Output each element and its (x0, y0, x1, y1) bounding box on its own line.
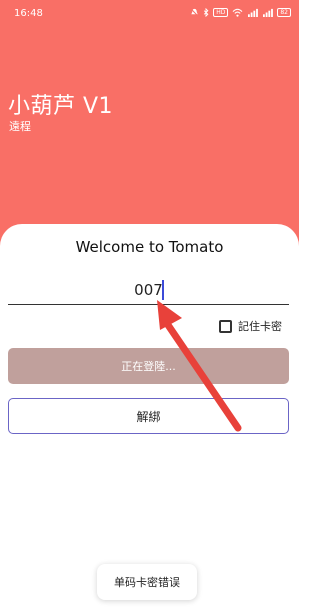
app-title: 小葫芦 V1 (8, 94, 114, 119)
remember-code-label: 記住卡密 (238, 320, 282, 333)
status-icons: HD 82 (190, 7, 291, 18)
status-bar: 16:48 HD 82 (0, 0, 299, 26)
unbind-button[interactable]: 解綁 (8, 398, 289, 434)
status-time: 16:48 (14, 8, 43, 19)
error-toast: 单码卡密错误 (97, 564, 197, 600)
signal-icon (247, 8, 259, 17)
app-subtitle: 遠程 (9, 120, 31, 133)
battery-icon: 82 (277, 8, 291, 17)
card-code-input[interactable] (8, 276, 289, 305)
welcome-heading: Welcome to Tomato (75, 238, 224, 256)
wifi-icon (232, 8, 243, 17)
mute-icon (190, 8, 199, 17)
text-caret (162, 280, 164, 300)
login-button[interactable]: 正在登陸... (8, 348, 289, 384)
checkbox-box[interactable] (219, 319, 232, 333)
remember-code-checkbox[interactable]: 記住卡密 (219, 318, 282, 334)
bluetooth-icon (203, 7, 209, 18)
app-screen: 16:48 HD 82 小葫芦 V1 遠程 Welcome to Tomato (0, 0, 299, 609)
login-sheet: Welcome to Tomato 記住卡密 正在登陸... 解綁 单码卡密错误 (0, 224, 299, 609)
hd-icon: HD (213, 8, 229, 17)
signal-icon-2 (262, 8, 274, 17)
